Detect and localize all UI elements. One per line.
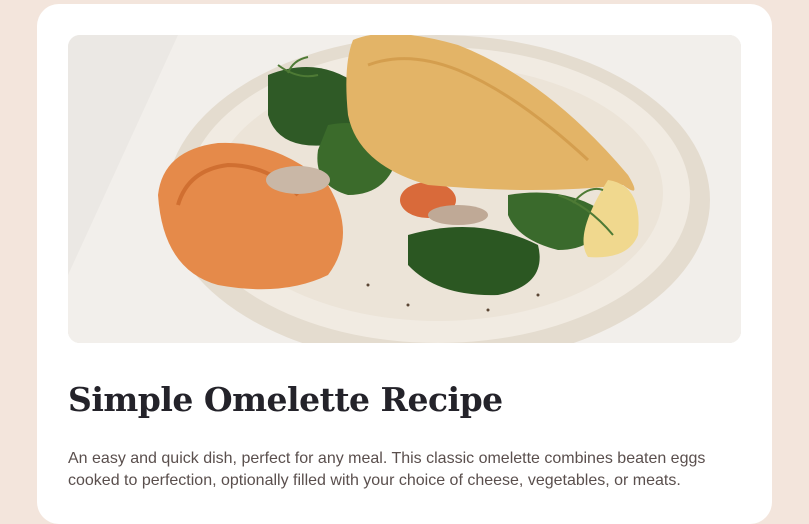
recipe-title: Simple Omelette Recipe xyxy=(68,380,503,419)
recipe-description: An easy and quick dish, perfect for any … xyxy=(68,450,706,489)
omelette-photo xyxy=(68,35,741,343)
recipe-hero-image xyxy=(68,35,741,343)
recipe-card: Simple Omelette Recipe An easy and quick… xyxy=(37,4,772,524)
